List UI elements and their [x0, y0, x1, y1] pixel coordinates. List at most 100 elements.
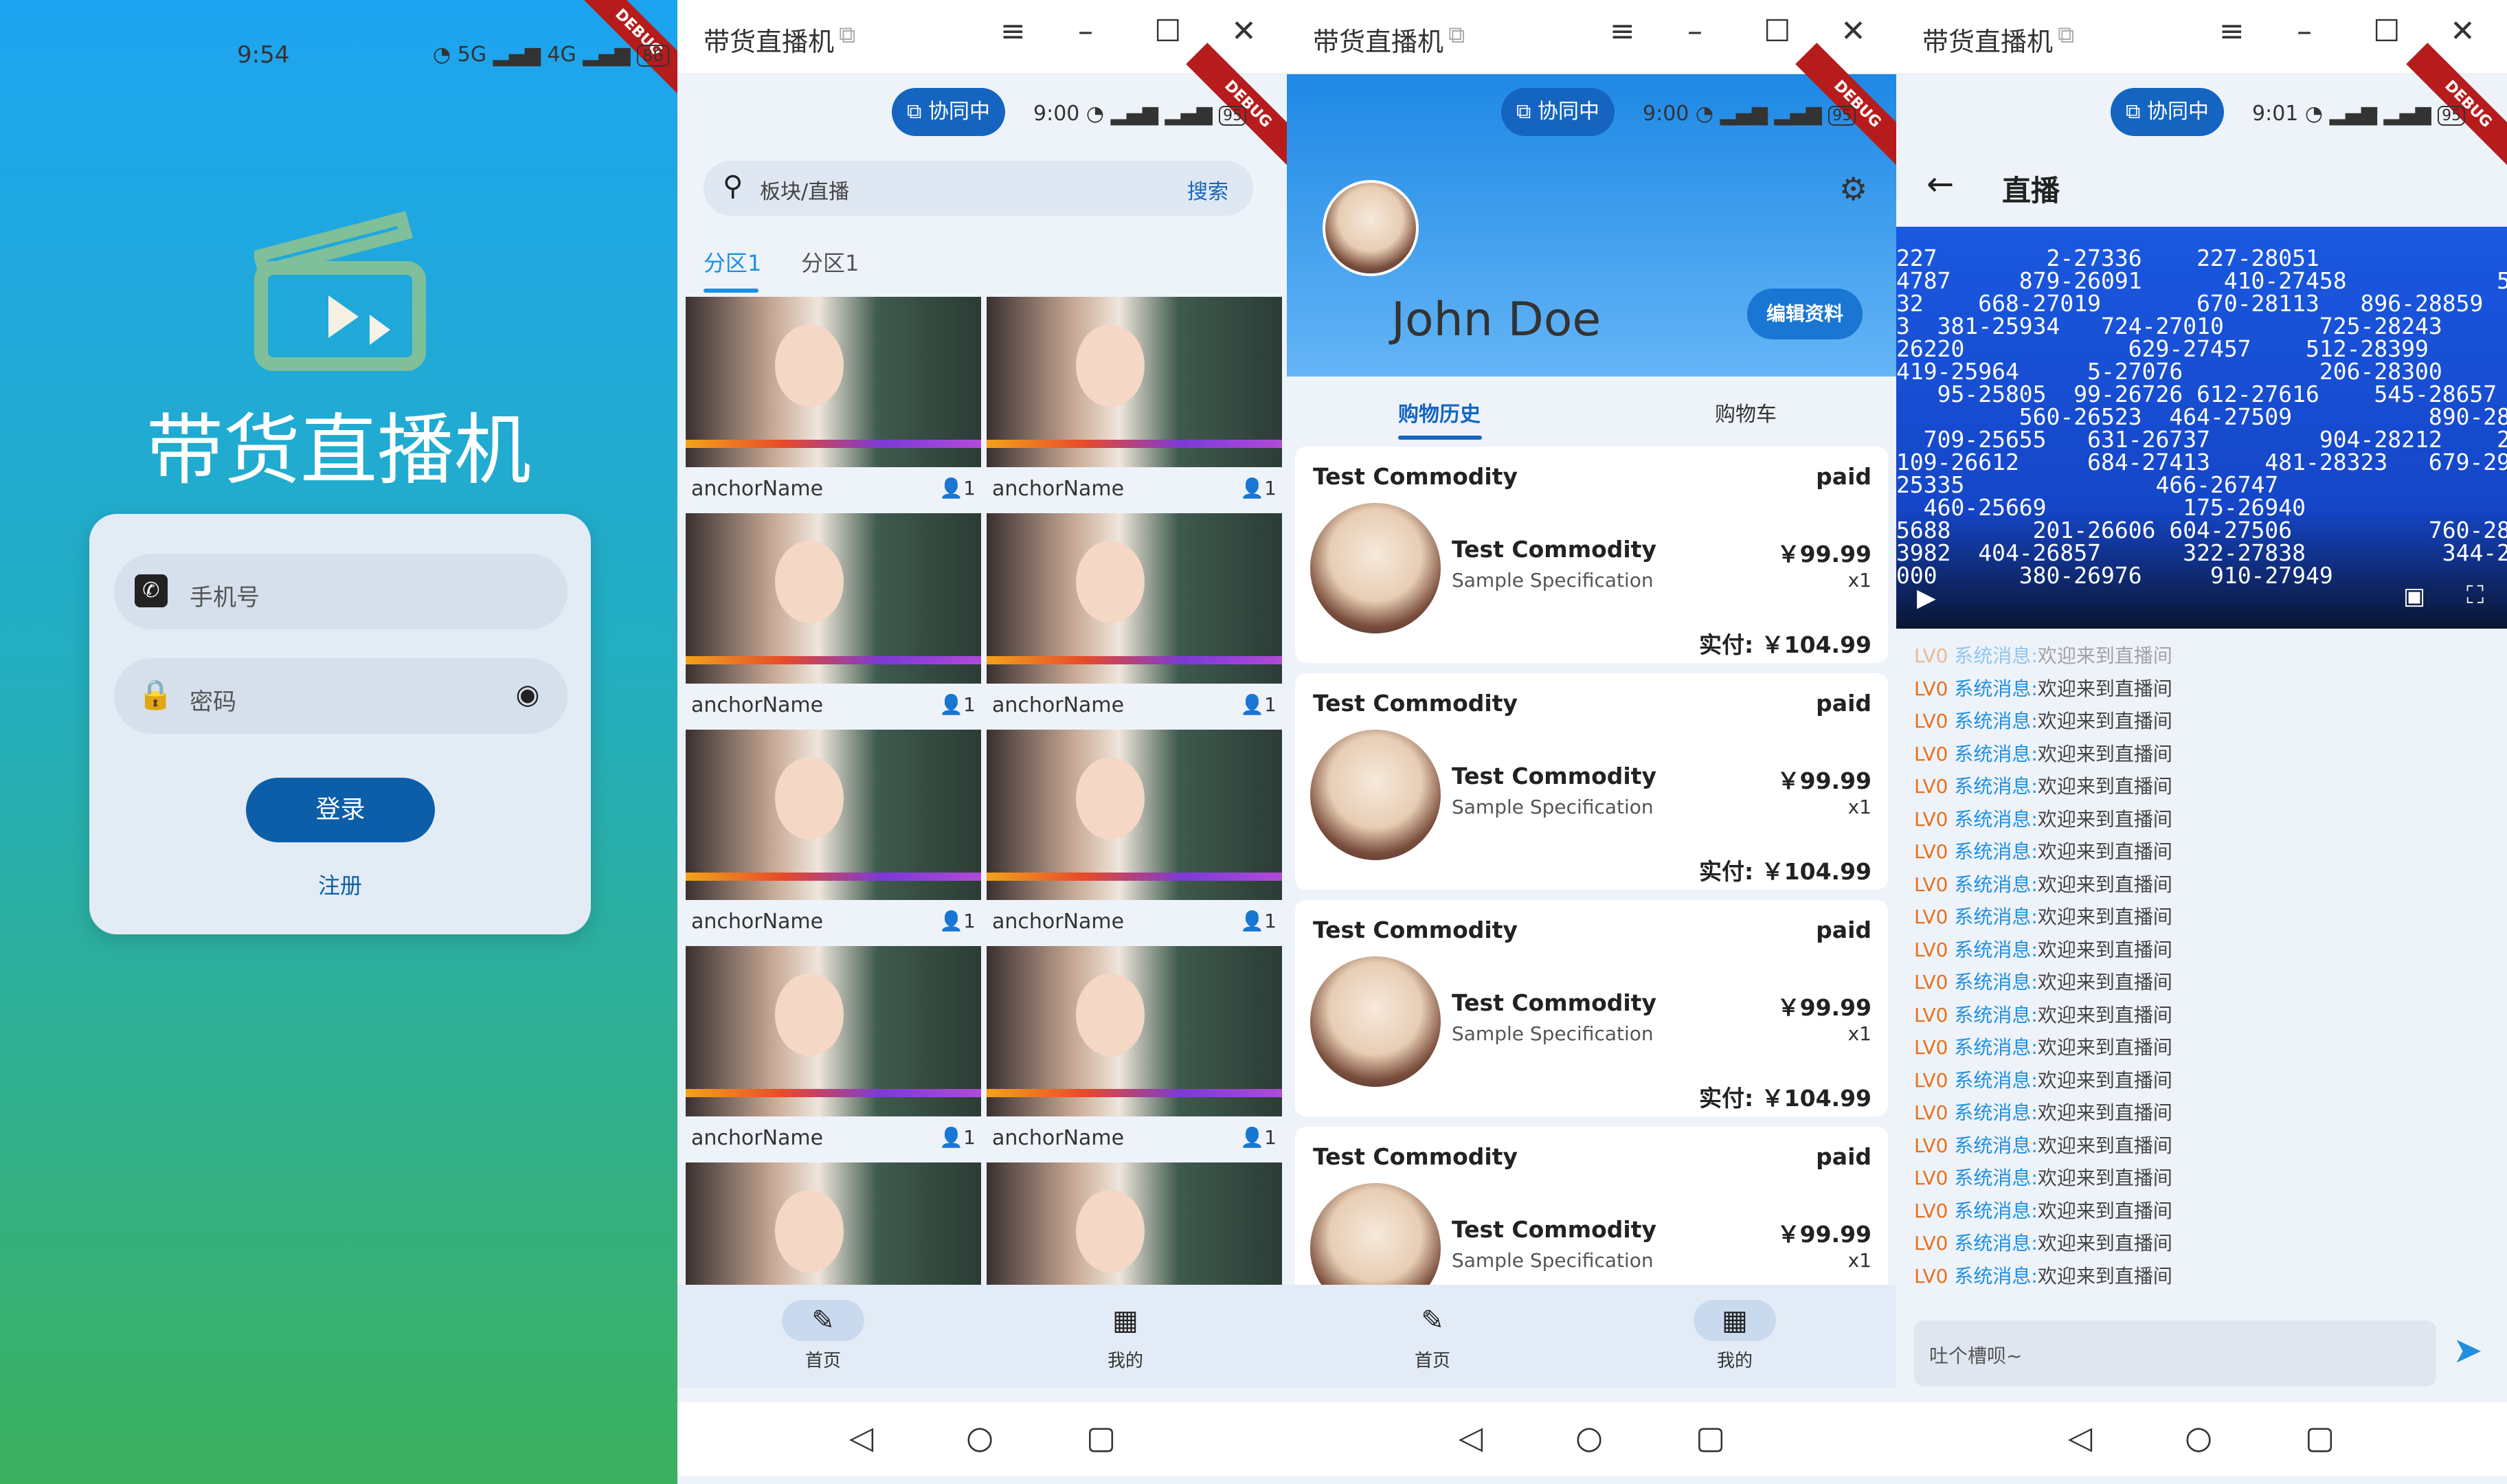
menu-icon[interactable]: ≡ [2219, 16, 2245, 47]
minimize-icon[interactable]: – [2297, 16, 2312, 47]
nav-mine[interactable]: ▦ 我的 [1057, 1285, 1194, 1372]
chat-message: LV0 系统消息:欢迎来到直播间 [1914, 1196, 2172, 1224]
viewer-count: 👤1 [1240, 477, 1277, 499]
live-tile[interactable]: anchorName 👤1 [987, 297, 1282, 513]
chat-message: LV0 系统消息:欢迎来到直播间 [1914, 870, 2172, 897]
send-icon[interactable]: ➤ [2453, 1330, 2483, 1371]
wifi-icon: ◔ [1695, 102, 1714, 126]
product-spec: Sample Specification [1452, 1249, 1654, 1272]
product-spec: Sample Specification [1452, 1022, 1654, 1045]
anchor-name: anchorName [691, 693, 824, 717]
message-text: 欢迎来到直播间 [2037, 807, 2172, 831]
product-spec: Sample Specification [1452, 569, 1654, 592]
nav-home[interactable]: ✎ 首页 [754, 1285, 892, 1372]
chat-message: LV0 系统消息:欢迎来到直播间 [1914, 967, 2172, 995]
tab-cart[interactable]: 购物车 [1715, 397, 1777, 427]
nav-mine[interactable]: ▦ 我的 [1666, 1285, 1803, 1372]
live-tile[interactable]: anchorName 👤1 [987, 946, 1282, 1162]
back-icon[interactable]: ◁ [1459, 1421, 1483, 1453]
live-thumbnail [686, 730, 981, 900]
video-player[interactable]: 227 2-27336 227-28051 4787 879-26091 410… [1896, 227, 2507, 629]
close-icon[interactable]: ✕ [2450, 16, 2475, 47]
home-circle-icon[interactable]: ○ [2185, 1421, 2212, 1453]
battery-icon: 95 [1828, 106, 1856, 126]
chat-message-list: LV0 系统消息:欢迎来到直播间 LV0 系统消息:欢迎来到直播间 LV0 系统消息… [1896, 636, 2507, 1309]
window-title: 带货直播机 [1922, 27, 2054, 57]
system-nav: ◁ ○ ▢ [1896, 1402, 2507, 1476]
recent-icon[interactable]: ▢ [1696, 1421, 1725, 1453]
maximize-icon[interactable]: ☐ [2373, 16, 2400, 47]
live-thumbnail [686, 946, 981, 1116]
tab-purchase-history[interactable]: 购物历史 [1398, 397, 1481, 427]
recent-icon[interactable]: ▢ [2305, 1421, 2335, 1453]
anchor-name: anchorName [992, 910, 1125, 934]
product-price: ￥99.99 [1777, 1221, 1871, 1248]
battery-icon: 95 [2438, 106, 2466, 126]
danmaku-toggle-icon[interactable]: ▣ [2403, 583, 2425, 610]
register-link[interactable]: 注册 [89, 868, 591, 900]
live-tile[interactable]: anchorName 👤1 [987, 513, 1282, 730]
collab-pill[interactable]: ⧉ 协同中 [1501, 88, 1615, 136]
back-icon[interactable]: ◁ [849, 1421, 873, 1453]
home-circle-icon[interactable]: ○ [966, 1421, 993, 1453]
user-level: LV0 [1914, 906, 1948, 928]
order-card[interactable]: Test Commodity paid Test Commodity Sampl… [1295, 447, 1888, 663]
order-list: Test Commodity paid Test Commodity Sampl… [1287, 444, 1896, 1285]
gear-icon[interactable]: ⚙ [1839, 170, 1867, 207]
home-circle-icon[interactable]: ○ [1575, 1421, 1603, 1453]
live-tile[interactable]: anchorName 👤1 [686, 297, 981, 513]
user-level: LV0 [1914, 938, 1948, 961]
order-card[interactable]: Test Commodity paid Test Commodity Sampl… [1295, 900, 1888, 1116]
play-icon[interactable]: ▶ [1917, 584, 1936, 612]
chat-message: LV0 系统消息:欢迎来到直播间 [1914, 902, 2172, 930]
avatar[interactable] [1323, 180, 1419, 276]
chat-input[interactable]: 吐个槽呗~ [1914, 1320, 2436, 1386]
chat-message: LV0 系统消息:欢迎来到直播间 [1914, 772, 2172, 799]
maximize-icon[interactable]: ☐ [1764, 16, 1790, 47]
edit-profile-button[interactable]: 编辑资料 [1747, 289, 1863, 339]
user-level: LV0 [1914, 644, 1948, 667]
live-thumbnail [686, 513, 981, 684]
phone-field[interactable]: ✆ 手机号 [114, 554, 567, 629]
close-icon[interactable]: ✕ [1841, 16, 1866, 47]
live-tile[interactable]: anchorName 👤1 [987, 730, 1282, 946]
product-image [1310, 1183, 1441, 1285]
live-thumbnail [987, 730, 1282, 900]
live-thumbnail [686, 297, 981, 467]
collab-pill[interactable]: ⧉ 协同中 [2111, 88, 2224, 136]
minimize-icon[interactable]: – [1687, 16, 1702, 47]
chat-message: LV0 系统消息:欢迎来到直播间 [1914, 641, 2172, 668]
live-thumbnail [987, 297, 1282, 467]
live-tile[interactable]: anchorName 👤1 [686, 946, 981, 1162]
back-icon[interactable]: ◁ [2068, 1421, 2092, 1453]
message-text: 欢迎来到直播间 [2037, 840, 2172, 863]
user-level: LV0 [1914, 1232, 1948, 1255]
order-title: Test Commodity [1313, 917, 1518, 943]
live-tile[interactable] [987, 1162, 1282, 1285]
order-card[interactable]: Test Commodity paid Test Commodity Sampl… [1295, 673, 1888, 890]
login-button[interactable]: 登录 [246, 778, 435, 842]
window-icon: ⧉ [2058, 21, 2075, 49]
password-field[interactable]: 🔒 密码 ◉ [114, 658, 567, 734]
live-tile[interactable]: anchorName 👤1 [686, 513, 981, 730]
viewer-count: 👤1 [1240, 910, 1277, 932]
live-tile[interactable] [686, 1162, 981, 1285]
fullscreen-icon[interactable]: ⛶ [2466, 581, 2484, 610]
chat-message: LV0 系统消息:欢迎来到直播间 [1914, 837, 2172, 864]
eye-icon[interactable]: ◉ [508, 679, 547, 712]
message-text: 欢迎来到直播间 [2037, 677, 2172, 700]
chat-message: LV0 系统消息:欢迎来到直播间 [1914, 1131, 2172, 1158]
product-name: Test Commodity [1452, 989, 1656, 1016]
nav-home[interactable]: ✎ 首页 [1364, 1285, 1501, 1372]
menu-icon[interactable]: ≡ [1610, 16, 1635, 47]
anchor-name: anchorName [992, 477, 1125, 501]
live-tile[interactable]: anchorName 👤1 [686, 730, 981, 946]
signal-icon: ▂▄▆ [583, 43, 631, 67]
recent-icon[interactable]: ▢ [1086, 1421, 1116, 1453]
product-price: ￥99.99 [1777, 994, 1871, 1021]
product-image [1310, 730, 1441, 860]
chat-message: LV0 系统消息:欢迎来到直播间 [1914, 1000, 2172, 1028]
message-text: 欢迎来到直播间 [2037, 1101, 2172, 1124]
order-card[interactable]: Test Commodity paid Test Commodity Sampl… [1295, 1127, 1888, 1285]
back-arrow-icon[interactable]: ← [1926, 165, 1954, 203]
